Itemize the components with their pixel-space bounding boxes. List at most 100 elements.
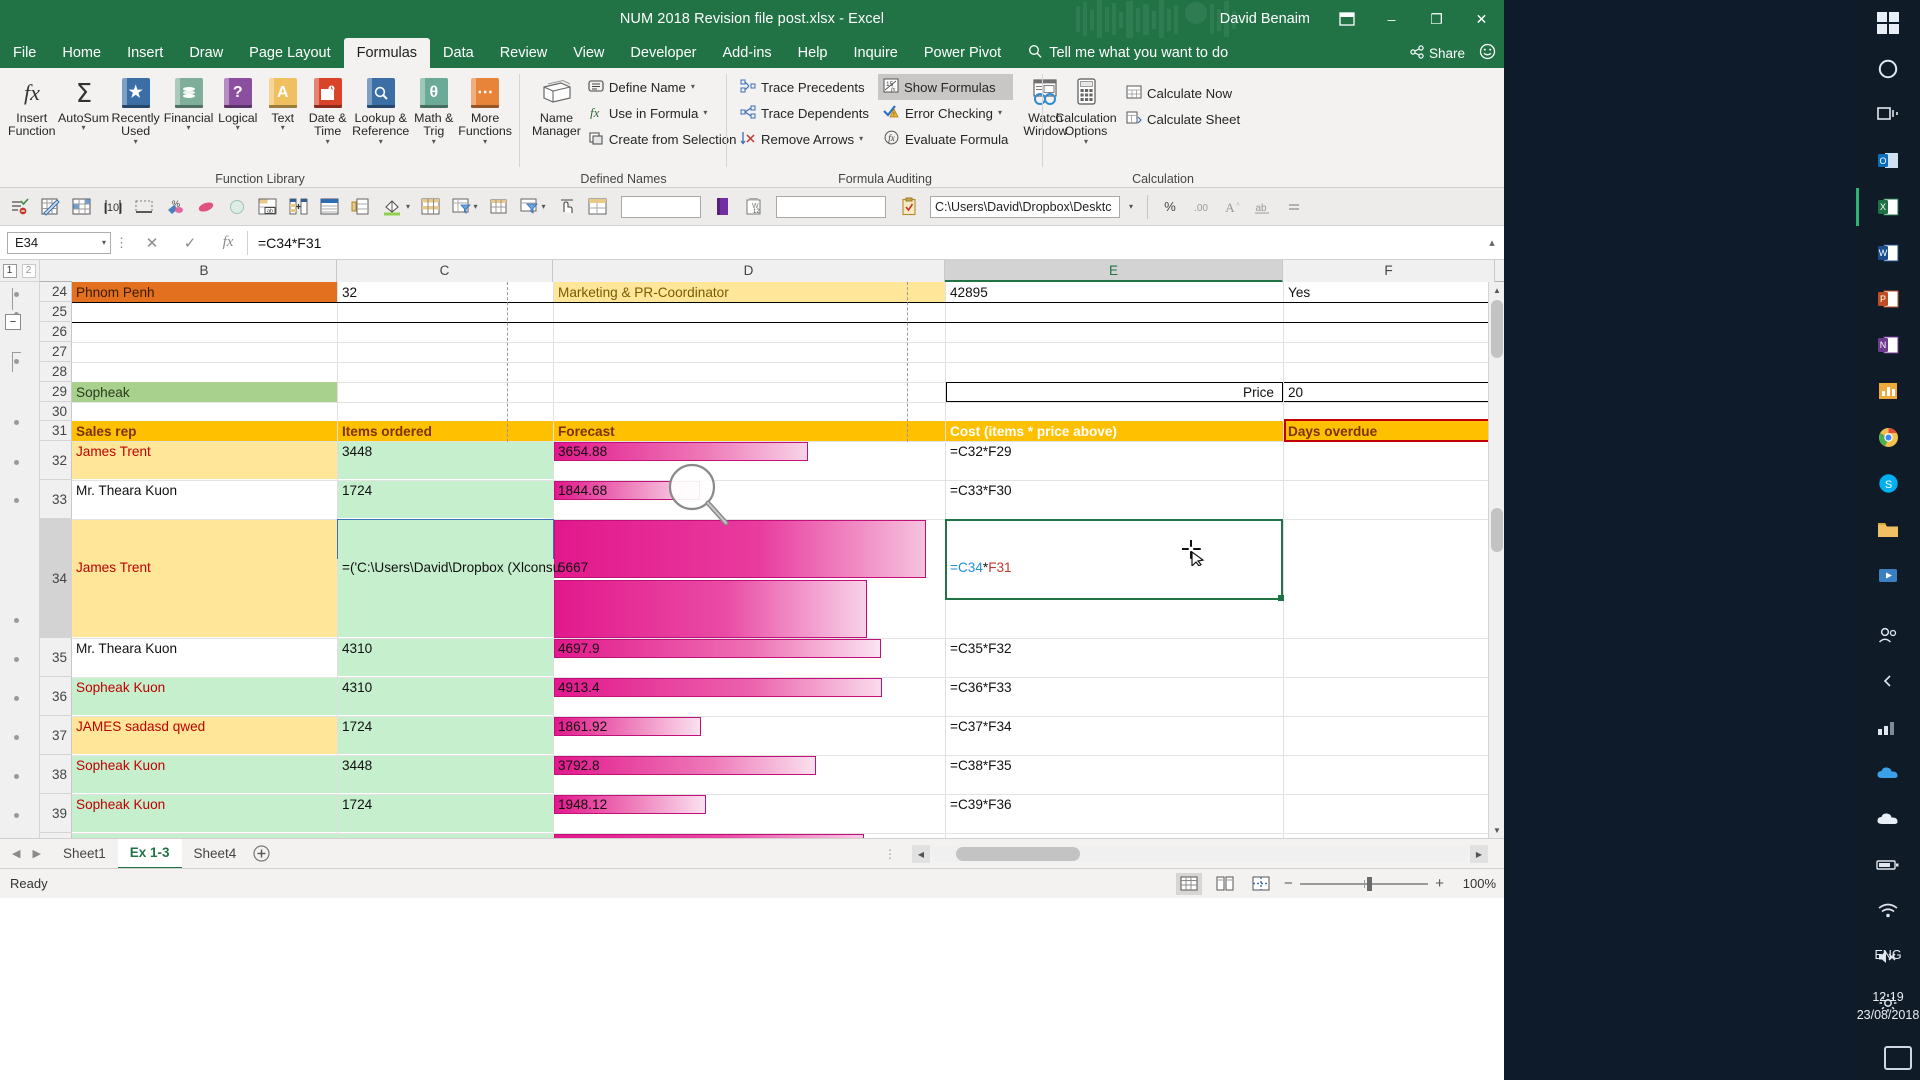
- minimize-button[interactable]: –: [1369, 0, 1414, 38]
- media-icon[interactable]: [1856, 552, 1920, 598]
- calculate-sheet-button[interactable]: Calculate Sheet: [1121, 106, 1245, 132]
- cell-B29[interactable]: Sopheak: [72, 382, 337, 402]
- evaluate-formula-button[interactable]: fx Evaluate Formula: [878, 126, 1013, 152]
- cell-B31[interactable]: Sales rep: [72, 421, 337, 441]
- cell-F24[interactable]: Yes: [1284, 282, 1488, 302]
- tab-file[interactable]: File: [0, 38, 49, 68]
- financial-button[interactable]: Financial ▾: [162, 72, 216, 132]
- row-header-35[interactable]: 35: [40, 638, 72, 677]
- cell-B37[interactable]: JAMES sadasd qwed: [72, 717, 337, 754]
- people-icon[interactable]: [1856, 612, 1920, 658]
- trace-precedents-button[interactable]: Trace Precedents: [735, 74, 874, 100]
- name-box[interactable]: E34 ▾: [7, 231, 111, 254]
- clock[interactable]: 12:19 23/08/2018: [1856, 988, 1920, 1024]
- cell-D33[interactable]: 1844.68: [554, 481, 945, 518]
- chevron-left-icon[interactable]: [1856, 658, 1920, 704]
- cell-D35[interactable]: 4697.9: [554, 639, 945, 676]
- row-header-26[interactable]: 26: [40, 322, 72, 342]
- show-formulas-button[interactable]: 15 fx Show Formulas: [878, 74, 1014, 100]
- row-header-37[interactable]: 37: [40, 716, 72, 755]
- use-in-formula-button[interactable]: fx Use in Formula ▾: [583, 100, 742, 126]
- normal-view-icon[interactable]: [1176, 872, 1202, 895]
- chevron-down-icon[interactable]: ▾: [379, 137, 383, 145]
- cell-B38[interactable]: Sopheak Kuon: [72, 756, 337, 793]
- cell-B34[interactable]: James Trent: [72, 520, 337, 637]
- chevron-down-icon[interactable]: ▾: [187, 124, 191, 132]
- freeze-panes-icon[interactable]: [316, 193, 344, 221]
- week-12-icon[interactable]: W 12: [739, 193, 767, 221]
- eraser-icon[interactable]: [192, 193, 220, 221]
- outline-level-2[interactable]: 2: [19, 263, 38, 278]
- close-button[interactable]: ✕: [1459, 0, 1504, 38]
- restore-button[interactable]: ❐: [1414, 0, 1459, 38]
- tab-formulas[interactable]: Formulas: [343, 38, 431, 68]
- cell-B24[interactable]: Phnom Penh: [72, 282, 337, 302]
- zoom-slider-knob[interactable]: [1366, 876, 1372, 891]
- chevron-down-icon[interactable]: ▾: [326, 137, 330, 145]
- logical-button[interactable]: ? Logical ▾: [215, 72, 260, 132]
- chevron-down-icon[interactable]: ▾: [82, 124, 86, 132]
- toolbar-field-1[interactable]: [621, 195, 701, 218]
- cortana-circle-icon[interactable]: [1856, 46, 1920, 92]
- battery-icon[interactable]: [1856, 842, 1920, 888]
- cell-D39[interactable]: 1948.12: [554, 795, 945, 832]
- tab-view[interactable]: View: [560, 38, 617, 68]
- cell-E24[interactable]: 42895: [946, 282, 1283, 302]
- feedback-smiley-icon[interactable]: [1479, 43, 1496, 63]
- cell-B39[interactable]: Sopheak Kuon: [72, 795, 337, 832]
- chevron-down-icon[interactable]: ▾: [102, 238, 106, 246]
- row-header-34[interactable]: 34: [40, 519, 72, 638]
- skype-icon[interactable]: S: [1856, 460, 1920, 506]
- row-header-27[interactable]: 27: [40, 342, 72, 362]
- scroll-left-icon[interactable]: ◀: [912, 845, 930, 863]
- purple-book-icon[interactable]: [708, 193, 736, 221]
- tab-insert[interactable]: Insert: [114, 38, 176, 68]
- cell-C35[interactable]: 4310: [338, 639, 553, 676]
- clipboard-check-icon[interactable]: [895, 193, 923, 221]
- name-manager-button[interactable]: Name Manager: [530, 72, 583, 139]
- chevron-down-icon[interactable]: ▾: [998, 109, 1002, 117]
- cell-E31[interactable]: Cost (items * price above): [946, 421, 1283, 441]
- language-indicator[interactable]: ENG: [1856, 948, 1920, 962]
- cell-D34[interactable]: 5667: [554, 520, 945, 637]
- tab-help[interactable]: Help: [785, 38, 841, 68]
- vertical-scroll-thumb[interactable]: [1491, 300, 1503, 358]
- zoom-out-button[interactable]: −: [1284, 875, 1293, 892]
- row-header-28[interactable]: 28: [40, 362, 72, 382]
- row-header-32[interactable]: 32: [40, 441, 72, 480]
- horizontal-scrollbar[interactable]: ◀ ▶: [912, 843, 1488, 865]
- cell-C31[interactable]: Items ordered: [338, 421, 553, 441]
- tab-developer[interactable]: Developer: [617, 38, 709, 68]
- toolbar-field-2[interactable]: [776, 195, 886, 218]
- scroll-down-icon[interactable]: ▼: [1489, 822, 1505, 838]
- chrome-icon[interactable]: [1856, 414, 1920, 460]
- powerpoint-icon[interactable]: P: [1856, 276, 1920, 322]
- scroll-up-icon[interactable]: ▲: [1489, 282, 1505, 298]
- filter-tool-icon[interactable]: ▾: [448, 193, 482, 221]
- recently-used-button[interactable]: ★ Recently Used ▾: [110, 72, 162, 145]
- tab-review[interactable]: Review: [487, 38, 561, 68]
- row-header-24[interactable]: 24: [40, 282, 72, 302]
- onenote-icon[interactable]: N: [1856, 322, 1920, 368]
- decrease-decimal-icon[interactable]: .00: [1187, 193, 1215, 221]
- select-special-icon[interactable]: [68, 193, 96, 221]
- fill-handle[interactable]: [1278, 595, 1284, 601]
- insert-function-button[interactable]: fx Insert Function: [6, 72, 58, 139]
- cell-E29[interactable]: Price: [946, 382, 1283, 402]
- row-header-39[interactable]: 39: [40, 794, 72, 833]
- cell-B32[interactable]: James Trent: [72, 442, 337, 479]
- tab-draw[interactable]: Draw: [176, 38, 236, 68]
- zoom-level-label[interactable]: 100%: [1454, 876, 1496, 891]
- calculation-options-button[interactable]: Calculation Options ▾: [1051, 72, 1121, 145]
- chevron-down-icon[interactable]: ▾: [703, 109, 707, 117]
- more-icon[interactable]: [1280, 193, 1308, 221]
- outline-collapse-button[interactable]: −: [5, 314, 21, 330]
- sheet-tab-sheet1[interactable]: Sheet1: [51, 839, 118, 869]
- onedrive-blue-icon[interactable]: [1856, 750, 1920, 796]
- path-chevron-down-icon[interactable]: ▾: [1123, 193, 1139, 221]
- cell-D36[interactable]: 4913.4: [554, 678, 945, 715]
- tab-home[interactable]: Home: [49, 38, 114, 68]
- sheet-tab-ex1-3[interactable]: Ex 1-3: [117, 838, 182, 869]
- column-header-b[interactable]: B: [72, 260, 337, 282]
- percent-icon[interactable]: %: [1156, 193, 1184, 221]
